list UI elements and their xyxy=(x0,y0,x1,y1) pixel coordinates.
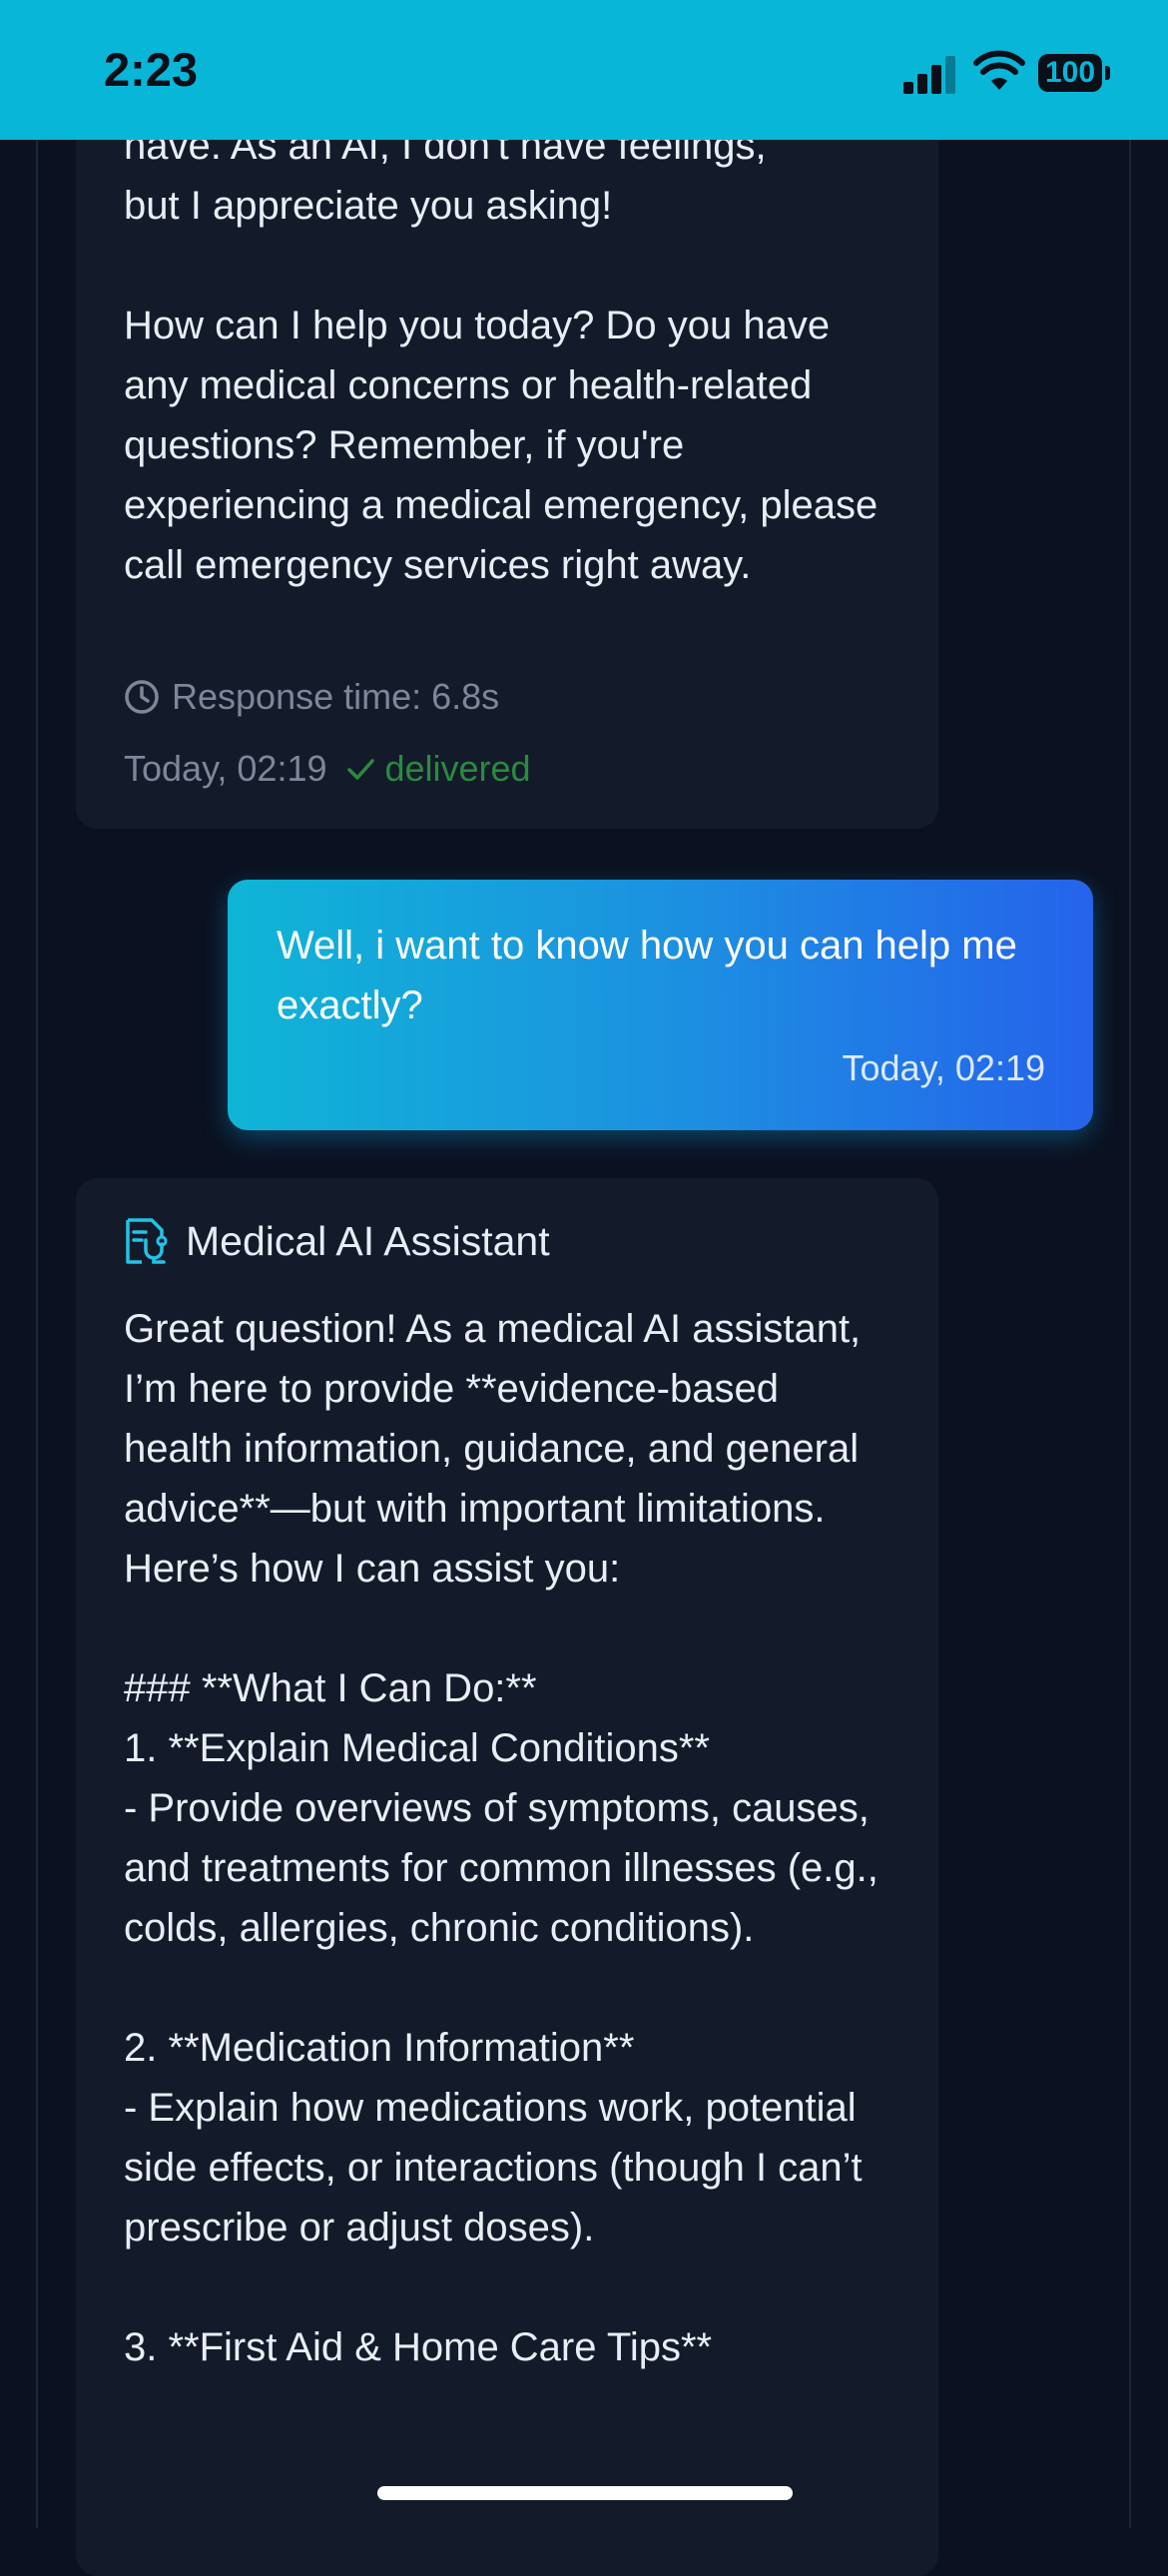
cellular-signal-icon xyxy=(903,52,955,94)
battery-icon: 100 xyxy=(1038,54,1102,92)
status-time: 2:23 xyxy=(104,43,199,96)
ai-message-bubble: have. As an AI, I don't have feelings, b… xyxy=(76,40,938,829)
ai-message-text: Great question! As a medical AI assistan… xyxy=(124,1307,878,2369)
delivered-label: delivered xyxy=(384,748,531,789)
delivery-status: delivered xyxy=(344,748,531,790)
user-message-timestamp: Today, 02:19 xyxy=(842,1047,1045,1088)
user-message-bubble: Well, i want to know how you can help me… xyxy=(228,880,1093,1130)
status-bar: 2:23 100 xyxy=(0,0,1168,140)
home-indicator[interactable] xyxy=(377,2486,793,2500)
ai-message-bubble: Medical AI Assistant Great question! As … xyxy=(76,1178,938,2576)
user-message-text: Well, i want to know how you can help me… xyxy=(277,924,1017,1027)
message-meta: Today, 02:19 delivered xyxy=(124,748,531,790)
response-time-row: Response time: 6.8s xyxy=(124,676,499,718)
clock-icon xyxy=(125,680,159,714)
assistant-header: Medical AI Assistant xyxy=(124,1216,550,1266)
medical-assistant-icon xyxy=(126,1218,168,1264)
message-timestamp: Today, 02:19 xyxy=(124,748,327,789)
wifi-icon xyxy=(973,50,1025,90)
frame-line-left xyxy=(36,0,38,2528)
check-icon xyxy=(347,759,375,780)
frame-line-right xyxy=(1129,0,1131,2528)
ai-message-text: have. As an AI, I don't have feelings, b… xyxy=(124,124,878,587)
battery-nub xyxy=(1105,66,1110,80)
assistant-name: Medical AI Assistant xyxy=(186,1217,550,1264)
response-time: Response time: 6.8s xyxy=(172,676,500,717)
